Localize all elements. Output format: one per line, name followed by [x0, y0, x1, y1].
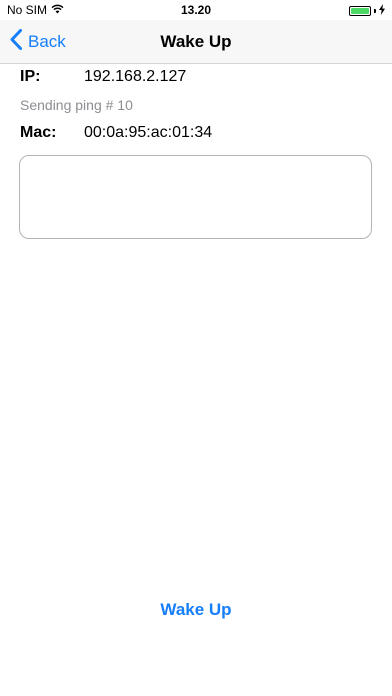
- log-text-area[interactable]: [19, 155, 372, 239]
- charging-bolt-icon: [379, 4, 385, 18]
- battery-nub: [374, 9, 376, 13]
- wake-up-button[interactable]: Wake Up: [0, 600, 392, 620]
- navigation-bar: Back Wake Up: [0, 20, 392, 64]
- status-message: Sending ping # 10: [20, 97, 133, 113]
- status-time: 13.20: [180, 3, 212, 17]
- back-button[interactable]: Back: [10, 20, 66, 63]
- back-label: Back: [28, 31, 66, 51]
- mac-value: 00:0a:95:ac:01:34: [84, 124, 213, 141]
- ip-value: 192.168.2.127: [84, 68, 187, 85]
- mac-label: Mac:: [20, 124, 57, 141]
- chevron-left-icon: [10, 28, 22, 55]
- status-right: [349, 4, 385, 18]
- battery-fill: [351, 8, 369, 14]
- status-bar: No SIM 13.20: [0, 0, 392, 20]
- battery-icon: [349, 6, 371, 16]
- ip-label: IP:: [20, 68, 41, 85]
